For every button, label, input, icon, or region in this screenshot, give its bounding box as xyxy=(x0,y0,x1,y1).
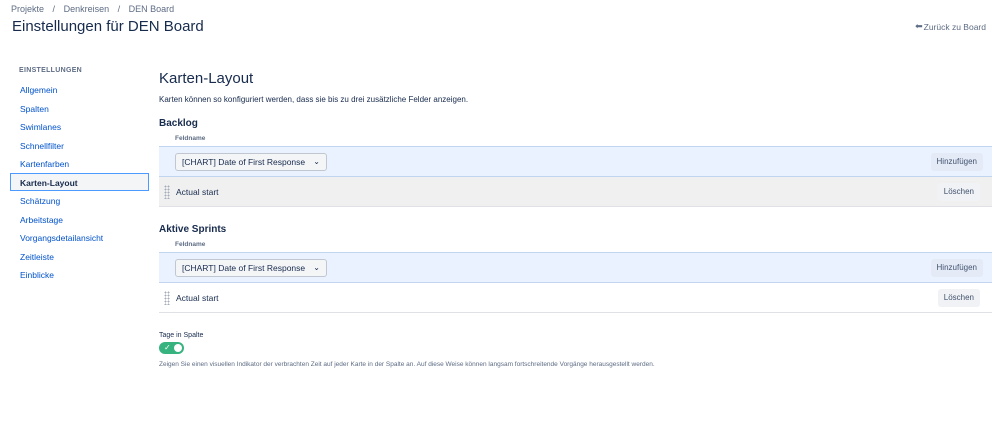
sidebar-item-kartenfarben[interactable]: Kartenfarben xyxy=(10,154,149,173)
active-sprints-field-select-value: [CHART] Date of First Response xyxy=(182,262,306,273)
backlog-field-row: Actual start Löschen xyxy=(159,177,992,207)
sidebar-item-allgemein[interactable]: Allgemein xyxy=(10,80,149,99)
active-sprints-field-name: Actual start xyxy=(176,292,219,303)
breadcrumb-separator: / xyxy=(52,4,56,14)
main-content: Karten-Layout Karten können so konfiguri… xyxy=(159,70,992,368)
back-to-board-label: Zurück zu Board xyxy=(923,21,986,32)
backlog-add-button[interactable]: Hinzufügen xyxy=(930,152,983,171)
breadcrumb-separator: / xyxy=(117,4,121,14)
active-sprints-add-button[interactable]: Hinzufügen xyxy=(930,258,983,277)
settings-sidebar: EINSTELLUNGEN Allgemein Spalten Swimlane… xyxy=(10,64,149,284)
sidebar-item-schaetzung[interactable]: Schätzung xyxy=(10,191,149,210)
arrow-left-icon: ⬅ xyxy=(915,21,923,31)
breadcrumb: Projekte / Denkreisen / DEN Board xyxy=(11,4,174,14)
page-title: Einstellungen für DEN Board xyxy=(12,18,204,35)
backlog-field-name: Actual start xyxy=(176,186,219,197)
backlog-field-select-value: [CHART] Date of First Response xyxy=(182,156,306,167)
karten-layout-description: Karten können so konfiguriert werden, da… xyxy=(159,95,469,104)
sidebar-item-schnellfilter[interactable]: Schnellfilter xyxy=(10,136,149,155)
breadcrumb-den-board[interactable]: DEN Board xyxy=(129,4,175,14)
drag-handle-icon[interactable] xyxy=(164,290,170,305)
active-sprints-column-header: Feldname xyxy=(175,241,206,248)
active-sprints-section: Aktive Sprints Feldname [CHART] Date of … xyxy=(159,224,992,313)
breadcrumb-denkreisen[interactable]: Denkreisen xyxy=(64,4,110,14)
chevron-down-icon: ⌄ xyxy=(313,157,320,166)
active-sprints-add-row: [CHART] Date of First Response ⌄ Hinzufü… xyxy=(159,252,992,283)
days-in-column-toggle[interactable]: ✓ xyxy=(159,342,184,354)
backlog-title: Backlog xyxy=(159,118,198,129)
check-icon: ✓ xyxy=(164,343,171,352)
days-in-column-label: Tage in Spalte xyxy=(159,332,204,339)
back-to-board-link[interactable]: ⬅ Zurück zu Board xyxy=(915,21,986,32)
backlog-add-row: [CHART] Date of First Response ⌄ Hinzufü… xyxy=(159,146,992,177)
sidebar-item-einblicke[interactable]: Einblicke xyxy=(10,265,149,284)
toggle-knob xyxy=(174,344,182,352)
sidebar-item-zeitleiste[interactable]: Zeitleiste xyxy=(10,247,149,266)
drag-handle-icon[interactable] xyxy=(164,184,170,199)
active-sprints-field-select[interactable]: [CHART] Date of First Response ⌄ xyxy=(175,258,327,277)
sidebar-heading: EINSTELLUNGEN xyxy=(19,67,83,74)
sidebar-item-arbeitstage[interactable]: Arbeitstage xyxy=(10,210,149,229)
breadcrumb-projekte[interactable]: Projekte xyxy=(11,4,44,14)
backlog-section: Backlog Feldname [CHART] Date of First R… xyxy=(159,118,992,207)
sidebar-item-karten-layout[interactable]: Karten-Layout xyxy=(10,172,149,191)
sidebar-item-vorgangsdetailansicht[interactable]: Vorgangsdetailansicht xyxy=(10,228,149,247)
active-sprints-title: Aktive Sprints xyxy=(159,224,227,235)
sidebar-item-swimlanes[interactable]: Swimlanes xyxy=(10,117,149,136)
section-title-karten-layout: Karten-Layout xyxy=(159,70,254,87)
active-sprints-delete-button[interactable]: Löschen xyxy=(937,288,980,307)
backlog-column-header: Feldname xyxy=(175,135,206,142)
active-sprints-field-row: Actual start Löschen xyxy=(159,283,992,313)
backlog-field-select[interactable]: [CHART] Date of First Response ⌄ xyxy=(175,152,327,171)
days-in-column-description: Zeigen Sie einen visuellen Indikator der… xyxy=(159,361,655,368)
chevron-down-icon: ⌄ xyxy=(313,263,320,272)
backlog-delete-button[interactable]: Löschen xyxy=(937,182,980,201)
sidebar-item-spalten[interactable]: Spalten xyxy=(10,99,149,118)
